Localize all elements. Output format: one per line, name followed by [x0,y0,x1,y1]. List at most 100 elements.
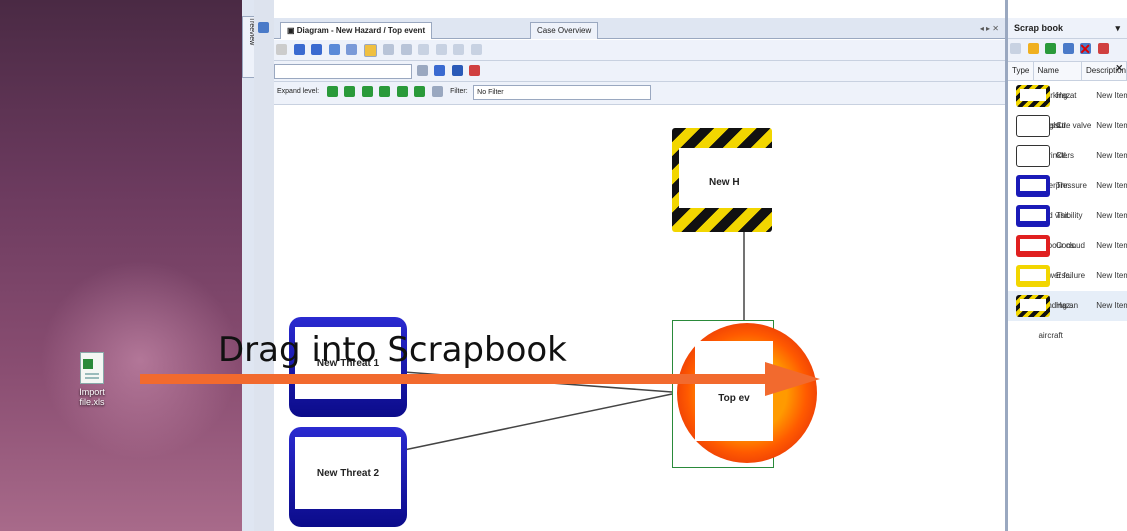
scrapbook-row[interactable]: Haz.Working at heightNew Item Descr [1008,81,1127,130]
diagram-icon: ▣ [287,26,297,35]
row-type-cell: Ctl. [1008,111,1068,141]
scrapbook-row[interactable]: Cons.Vapour cloudNew Item Descr [1008,231,1127,261]
zoom-width-icon[interactable] [346,44,358,55]
control-thumbnail-icon [1016,145,1050,167]
hazard-label: New H [679,148,772,208]
level-6-icon[interactable] [414,86,426,97]
expand-level-label: Expand level: [277,88,320,95]
top-event-node[interactable]: Top ev [672,320,817,468]
scrapbook-row[interactable]: Haz.Landing an aircraftNew Item Descr [1008,291,1127,340]
highlight-icon[interactable] [363,44,377,57]
layout-3-icon[interactable] [453,44,465,55]
top-event-label: Top ev [695,341,773,441]
flag-icon[interactable] [1097,43,1109,54]
delete-icon[interactable]: ✕ [1079,41,1091,58]
row-type: Ctl. [1056,121,1068,130]
level-more-icon[interactable] [431,86,443,97]
align-left-icon[interactable] [383,44,395,55]
expand-filter-toolbar: Expand level: Filter: No Filter [274,82,1005,105]
row-type-cell: Haz. [1008,291,1072,321]
level-3-icon[interactable] [361,86,373,97]
row-description: New Item Descr [1096,151,1127,160]
layout-4-icon[interactable] [470,44,482,55]
column-name[interactable]: Name [1034,62,1082,80]
row-type-cell: Ctl. [1008,141,1068,171]
panel-icon[interactable] [258,22,269,33]
row-type-cell: Esc. [1008,261,1072,291]
add-icon[interactable] [1045,43,1057,54]
zoom-fit-icon[interactable] [328,44,340,55]
row-type: Haz. [1056,91,1073,100]
row-type-cell: Thr. [1008,201,1070,231]
row-type: Ctl. [1056,151,1068,160]
threat-2-label: New Threat 2 [295,437,401,509]
tab-controls[interactable]: ◂ ▸ ✕ [980,24,999,33]
row-type: Haz. [1056,301,1073,310]
diagram-toolbar-1 [274,40,1005,61]
hazard-node[interactable]: New H [672,128,772,232]
align-right-icon[interactable] [400,44,412,55]
grid-icon[interactable] [451,65,463,76]
excel-file-icon [80,352,104,384]
threat-thumbnail-icon [1016,205,1050,227]
desktop-file-label: Import file.xls [79,387,105,407]
scrapbook-title: Scrap book [1008,18,1127,39]
tab-case-overview[interactable]: Case Overview [530,22,599,39]
row-type-cell: Thr. [1008,171,1070,201]
level-4-icon[interactable] [379,86,391,97]
scrapbook-row[interactable]: Thr.OverpressureNew Item Descr [1008,171,1127,201]
drag-instruction-text: Drag into Scrapbook [218,330,567,370]
consequence-thumbnail-icon [1016,235,1050,257]
row-description: New Item Descr [1096,271,1127,280]
level-5-icon[interactable] [396,86,408,97]
filter-label: Filter: [450,88,468,95]
scrapbook-row[interactable]: Esc.Power failureNew Item Descr [1008,261,1127,291]
row-description: New Item Descr [1096,241,1127,250]
zoom-out-icon[interactable] [311,44,323,55]
select-icon[interactable] [276,44,287,55]
level-2-icon[interactable] [344,86,356,97]
layout-icon[interactable] [418,44,430,55]
row-type: Thr. [1056,181,1070,190]
column-type[interactable]: Type [1008,62,1034,80]
zoom-dropdown[interactable] [274,64,412,79]
control-thumbnail-icon [1016,115,1050,137]
brush-icon[interactable] [416,65,428,76]
row-description: New Item Descr [1096,121,1127,130]
row-description: New Item Descr [1096,91,1127,100]
threat-node-2[interactable]: New Threat 2 [289,427,407,527]
hazard-thumbnail-icon [1016,85,1050,107]
escalation-thumbnail-icon [1016,265,1050,287]
scrapbook-panel: Scrap book ▾ ⊕ ✕ ✕ Type Name Description… [1008,0,1127,531]
layout-2-icon[interactable] [435,44,447,55]
document-tabs: ▣ Diagram - New Hazard / Top event Case … [274,18,1005,39]
chart-icon[interactable] [434,65,446,76]
copy-icon[interactable] [1010,43,1021,54]
open-folder-icon[interactable] [1027,43,1039,54]
scrapbook-list: Haz.Working at heightNew Item DescrCtl.P… [1008,81,1127,340]
scrapbook-row[interactable]: Thr.Bad visibilityNew Item Descr [1008,201,1127,231]
diagram-canvas[interactable]: New H New Threat 1 New Threat 2 Top ev [274,120,1005,531]
import-icon[interactable] [1062,43,1074,54]
tab-diagram[interactable]: ▣ Diagram - New Hazard / Top event [280,22,433,39]
scrapbook-row[interactable]: Ctl.SprinklersNew Item Descr [1008,141,1127,171]
row-type-cell: Haz. [1008,81,1072,111]
row-description: New Item Descr [1096,301,1127,310]
scrapbook-header: Type Name Description [1008,62,1127,81]
application-window: Treeview ▣ Diagram - New Hazard / Top ev… [242,0,1127,531]
threat-thumbnail-icon [1016,175,1050,197]
row-type-cell: Cons. [1008,231,1077,261]
scrapbook-controls[interactable]: ▾ ⊕ ✕ [1115,0,1127,73]
desktop-file-icon[interactable]: Import file.xls [62,352,122,407]
level-1-icon[interactable] [326,86,338,97]
row-description: New Item Descr [1096,181,1127,190]
bug-icon[interactable] [469,65,481,76]
scrapbook-row[interactable]: Ctl.Pressure valveNew Item Descr [1008,111,1127,141]
hazard-thumbnail-icon [1016,295,1050,317]
row-type: Thr. [1056,211,1070,220]
filter-dropdown[interactable]: No Filter [473,85,652,100]
zoom-in-icon[interactable] [293,44,305,55]
diagram-document: ▣ Diagram - New Hazard / Top event Case … [274,0,1008,531]
row-description: New Item Descr [1096,211,1127,220]
row-type: Cons. [1056,241,1077,250]
